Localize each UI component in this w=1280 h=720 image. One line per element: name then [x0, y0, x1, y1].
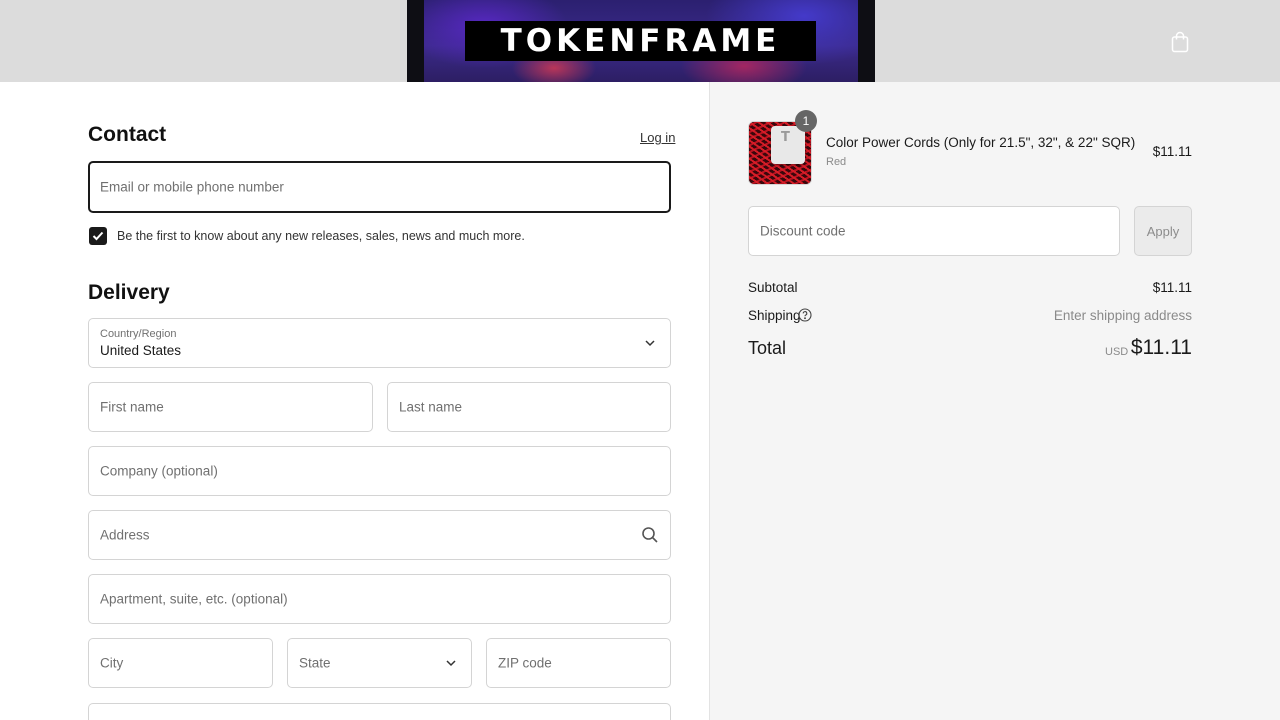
city-field[interactable]: City — [88, 638, 273, 688]
first-name-field[interactable]: First name — [88, 382, 373, 432]
country-select[interactable]: Country/Region United States — [88, 318, 671, 368]
shopping-bag-icon — [1171, 31, 1189, 53]
company-field[interactable]: Company (optional) — [88, 446, 671, 496]
address-placeholder: Address — [100, 527, 150, 543]
total-label: Total — [748, 338, 787, 358]
site-header: TOKENFRAME — [0, 0, 1280, 82]
chevron-down-icon — [645, 340, 655, 347]
store-logo[interactable]: TOKENFRAME — [465, 21, 816, 61]
company-placeholder: Company (optional) — [100, 463, 218, 479]
apply-discount-button[interactable]: Apply — [1134, 206, 1192, 256]
search-icon — [642, 527, 658, 543]
last-name-field[interactable]: Last name — [387, 382, 671, 432]
apartment-field[interactable]: Apartment, suite, etc. (optional) — [88, 574, 671, 624]
country-value: United States — [100, 343, 182, 358]
product-price: $11.11 — [1152, 144, 1192, 159]
apartment-placeholder: Apartment, suite, etc. (optional) — [100, 591, 288, 607]
product-title: Color Power Cords (Only for 21.5", 32", … — [826, 135, 1136, 150]
phone-field[interactable] — [88, 703, 671, 720]
state-placeholder: State — [299, 655, 331, 671]
logo-text: TOKENFRAME — [500, 22, 781, 59]
subtotal-label: Subtotal — [748, 280, 798, 295]
contact-heading: Contact — [88, 123, 167, 146]
help-circle-icon[interactable] — [798, 308, 812, 322]
email-field[interactable]: Email or mobile phone number — [88, 161, 671, 213]
zip-placeholder: ZIP code — [498, 655, 552, 671]
country-label: Country/Region — [100, 328, 177, 340]
discount-code-field[interactable]: Discount code — [748, 206, 1120, 256]
power-adapter-image: T — [771, 126, 805, 164]
shipping-value: Enter shipping address — [1053, 308, 1192, 323]
delivery-heading: Delivery — [88, 281, 170, 304]
total-value: $11.11 — [1130, 336, 1192, 359]
total-currency: USD — [1105, 346, 1129, 358]
checkmark-icon — [92, 231, 104, 241]
discount-placeholder: Discount code — [760, 223, 846, 239]
first-name-placeholder: First name — [100, 399, 164, 415]
quantity-badge: 1 — [795, 110, 817, 132]
state-select[interactable]: State — [287, 638, 472, 688]
shipping-label: Shipping — [748, 308, 801, 323]
cart-button[interactable] — [1168, 29, 1192, 55]
chevron-down-icon — [446, 660, 456, 667]
newsletter-checkbox[interactable] — [89, 227, 107, 245]
address-field[interactable]: Address — [88, 510, 671, 560]
newsletter-label: Be the first to know about any new relea… — [117, 229, 525, 243]
last-name-placeholder: Last name — [399, 399, 463, 415]
subtotal-value: $11.11 — [1152, 280, 1192, 295]
zip-field[interactable]: ZIP code — [486, 638, 671, 688]
login-link[interactable]: Log in — [640, 130, 675, 145]
email-placeholder: Email or mobile phone number — [100, 179, 284, 195]
product-variant: Red — [826, 156, 847, 168]
city-placeholder: City — [100, 655, 124, 671]
